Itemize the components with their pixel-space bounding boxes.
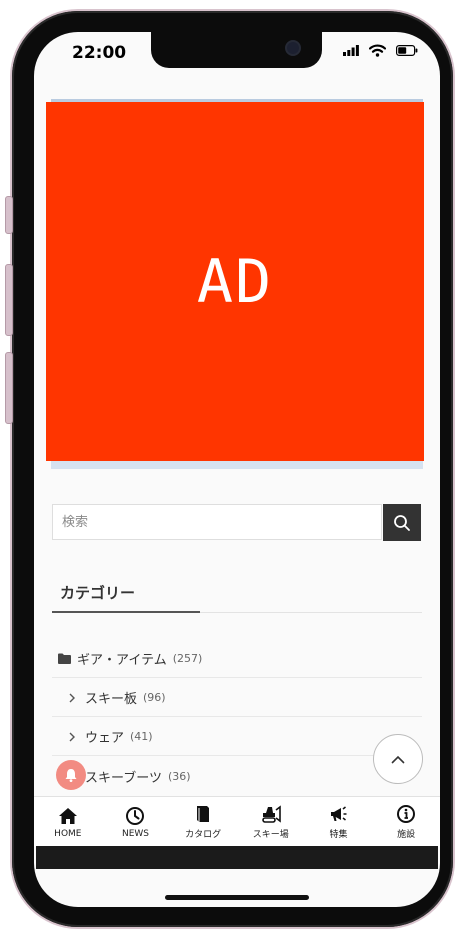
folder-icon xyxy=(58,653,71,664)
category-item-boots[interactable]: スキーブーツ (36) xyxy=(52,757,422,795)
phone-volume-up-button xyxy=(5,264,13,336)
category-name: スキー板 xyxy=(85,692,138,707)
category-count: (257) xyxy=(172,652,203,665)
camera-icon xyxy=(285,40,301,56)
clock-icon xyxy=(126,806,145,825)
nav-label: カタログ xyxy=(185,830,222,840)
search-icon xyxy=(394,514,410,531)
category-item-gear[interactable]: ギア・アイテム (257) xyxy=(52,640,422,678)
nav-catalog[interactable]: カタログ xyxy=(173,804,233,840)
category-name: ウェア xyxy=(85,731,125,746)
info-icon xyxy=(397,805,416,823)
book-icon xyxy=(197,806,210,822)
bell-icon xyxy=(65,769,77,782)
bottom-nav: HOME NEWS カタログ スキー場 特集 施設 xyxy=(34,796,440,847)
status-time: 22:00 xyxy=(72,43,127,63)
notch xyxy=(151,32,322,68)
ad-banner[interactable]: AD xyxy=(46,102,424,461)
category-heading: カテゴリー xyxy=(60,584,136,602)
nav-news[interactable]: NEWS xyxy=(105,806,165,839)
search-button[interactable] xyxy=(383,504,421,541)
nav-facility[interactable]: 施設 xyxy=(376,804,436,840)
signal-icon xyxy=(343,45,359,56)
phone-action-button xyxy=(5,196,13,234)
chevron-right-icon xyxy=(69,732,75,741)
status-icons xyxy=(343,44,418,57)
category-item-wear[interactable]: ウェア (41) xyxy=(52,718,422,756)
category-name: ギア・アイテム xyxy=(77,653,167,668)
home-indicator xyxy=(165,895,309,900)
search-input[interactable] xyxy=(53,505,381,539)
notification-button[interactable] xyxy=(56,760,86,790)
phone-screen: 22:00 AD カテゴリー xyxy=(34,32,440,907)
wifi-icon xyxy=(369,44,386,57)
nav-label: 特集 xyxy=(329,830,348,840)
search-field xyxy=(52,504,382,540)
phone-volume-down-button xyxy=(5,352,13,424)
megaphone-icon xyxy=(331,806,347,821)
ad-bottom-strip xyxy=(51,461,423,469)
snowplow-icon xyxy=(261,805,281,823)
ad-label: AD xyxy=(196,246,274,317)
scroll-top-button[interactable] xyxy=(373,734,423,784)
home-icon xyxy=(58,807,77,824)
nav-home[interactable]: HOME xyxy=(38,806,98,839)
nav-ski-resort[interactable]: スキー場 xyxy=(241,804,301,840)
nav-label: HOME xyxy=(54,828,82,839)
browser-bottom-bar xyxy=(36,846,438,869)
chevron-up-icon xyxy=(391,755,405,763)
nav-label: NEWS xyxy=(121,828,149,839)
nav-feature[interactable]: 特集 xyxy=(308,804,368,840)
nav-label: スキー場 xyxy=(252,830,289,840)
category-count: (36) xyxy=(167,769,191,783)
nav-label: 施設 xyxy=(397,830,416,840)
chevron-right-icon xyxy=(69,693,75,702)
category-count: (41) xyxy=(130,730,153,743)
category-name: スキーブーツ xyxy=(85,770,162,786)
category-count: (96) xyxy=(143,691,166,704)
category-heading-underline xyxy=(52,611,200,613)
category-item-ski[interactable]: スキー板 (96) xyxy=(52,679,422,717)
battery-icon xyxy=(396,45,418,56)
